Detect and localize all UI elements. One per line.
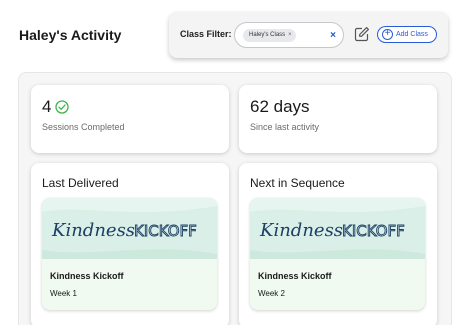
selected-class-chip: Haley's Class × [243, 29, 296, 42]
banner-word-kickoff: KICKOFF [342, 222, 405, 240]
plus-circle-icon: + [382, 29, 393, 40]
selected-class-chip-label: Haley's Class [249, 32, 286, 38]
days-since-label: Since last activity [250, 122, 320, 132]
class-filter-label: Class Filter: [180, 29, 232, 39]
class-filter-select[interactable]: Haley's Class × × [234, 22, 344, 48]
check-circle-icon [55, 100, 70, 114]
last-delivered-lesson-name: Kindness Kickoff [50, 271, 124, 281]
sessions-count: 4 [42, 97, 52, 116]
clear-filter-icon[interactable]: × [330, 29, 336, 42]
class-filter-bar: Class Filter: Haley's Class × × + Add Cla… [169, 12, 448, 58]
sessions-completed-value: 4 [42, 97, 70, 117]
activity-panel: 4 Sessions Completed 62 days Since last … [18, 72, 452, 325]
add-class-button[interactable]: + Add Class [377, 26, 437, 43]
next-in-sequence-lesson-week: Week 2 [258, 289, 285, 298]
add-class-label: Add Class [396, 31, 428, 38]
page-title: Haley's Activity [19, 27, 122, 43]
last-delivered-card: Last Delivered Kindness KICKOFF Kindness… [31, 163, 229, 325]
lesson-banner-image: Kindness KICKOFF [42, 198, 217, 259]
sessions-completed-card: 4 Sessions Completed [31, 85, 229, 153]
last-delivered-heading: Last Delivered [42, 176, 119, 190]
banner-word-kindness: Kindness [51, 220, 135, 241]
edit-icon[interactable] [354, 26, 370, 42]
days-since-value: 62 days [250, 97, 310, 116]
banner-word-kickoff: KICKOFF [134, 222, 197, 240]
chip-remove-icon[interactable]: × [288, 32, 292, 38]
next-in-sequence-lesson-card[interactable]: Kindness KICKOFF Kindness Kickoff Week 2 [250, 198, 425, 310]
last-delivered-lesson-week: Week 1 [50, 289, 77, 298]
banner-word-kindness: Kindness [259, 220, 343, 241]
last-delivered-lesson-card[interactable]: Kindness KICKOFF Kindness Kickoff Week 1 [42, 198, 217, 310]
sessions-completed-label: Sessions Completed [42, 122, 125, 132]
since-last-activity-card: 62 days Since last activity [239, 85, 437, 153]
next-in-sequence-heading: Next in Sequence [250, 176, 345, 190]
next-in-sequence-card: Next in Sequence Kindness KICKOFF Kindne… [239, 163, 437, 325]
lesson-banner-image: Kindness KICKOFF [250, 198, 425, 259]
next-in-sequence-lesson-name: Kindness Kickoff [258, 271, 332, 281]
